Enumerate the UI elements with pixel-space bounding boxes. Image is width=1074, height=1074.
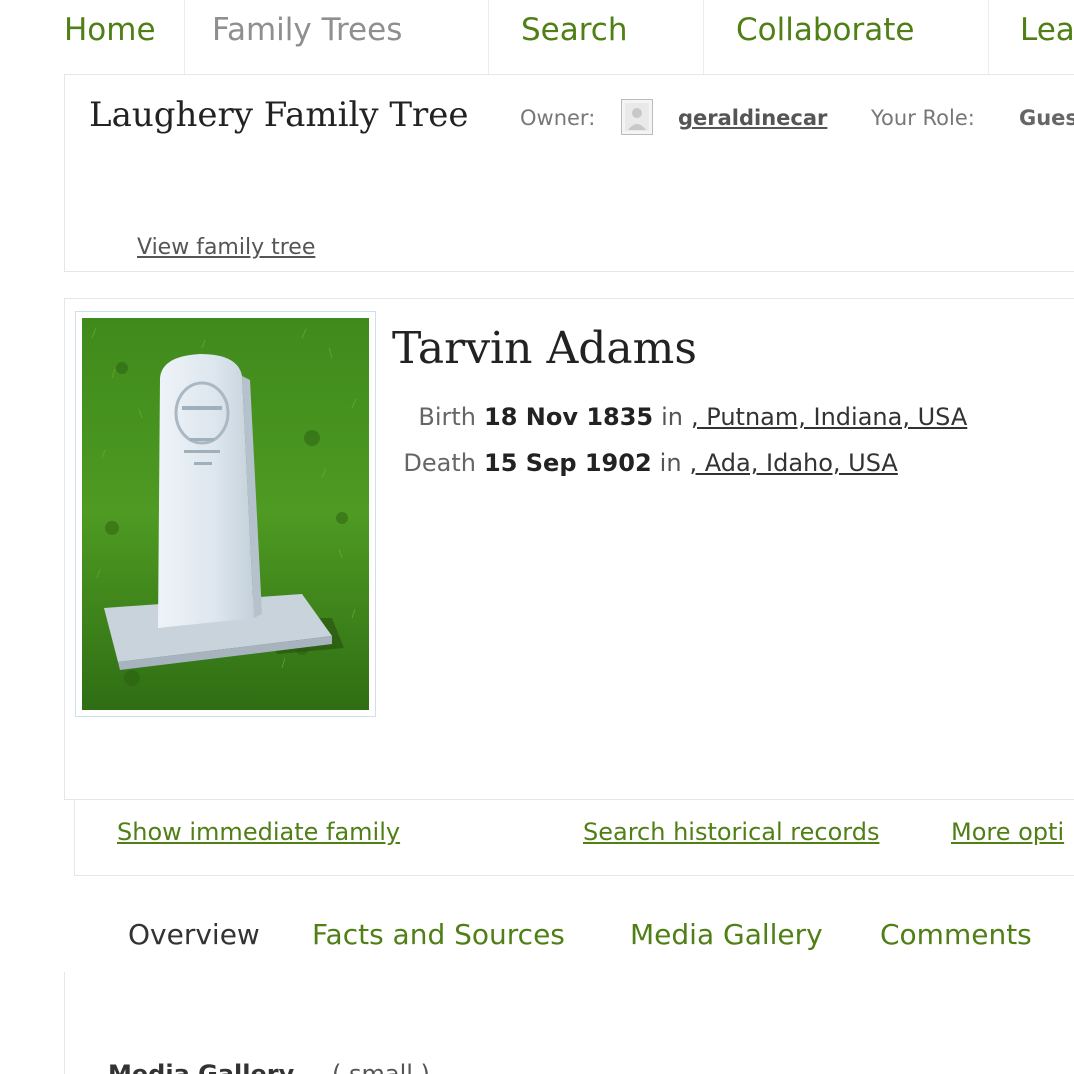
birth-fact: Birth 18 Nov 1835 in, Putnam, Indiana, USA <box>392 403 967 431</box>
tab-facts-and-sources[interactable]: Facts and Sources <box>312 918 565 951</box>
headstone-photo <box>82 318 369 710</box>
user-avatar-icon[interactable] <box>621 99 653 135</box>
person-actions: Show immediate family Search historical … <box>74 800 1074 876</box>
person-card: Tarvin Adams Birth 18 Nov 1835 in, Putnam,… <box>64 298 1074 800</box>
nav-home[interactable]: Home <box>64 10 156 74</box>
nav-divider <box>703 0 704 74</box>
more-options-link[interactable]: More opti <box>951 818 1064 846</box>
media-gallery-size: ( small ) <box>332 1060 430 1074</box>
owner-label: Owner: <box>520 106 596 130</box>
person-photo[interactable] <box>75 311 376 717</box>
nav-divider <box>184 0 185 74</box>
tree-header: Laughery Family Tree Owner: geraldinecar… <box>64 74 1074 272</box>
tab-content <box>64 972 1074 1074</box>
birth-place-link[interactable]: , Putnam, Indiana, USA <box>691 403 967 431</box>
page: Home Family Trees Search Collaborate Lea… <box>0 0 1074 1074</box>
fact-in: in <box>659 449 682 477</box>
fact-date: 18 Nov 1835 <box>484 403 654 431</box>
nav-collaborate[interactable]: Collaborate <box>736 10 914 74</box>
fact-label: Death <box>403 449 476 477</box>
tab-comments[interactable]: Comments <box>880 918 1032 951</box>
tab-overview[interactable]: Overview <box>128 918 260 951</box>
role-value: Gues <box>1019 106 1074 130</box>
tree-title: Laughery Family Tree <box>89 95 469 135</box>
death-fact: Death 15 Sep 1902 in , Ada, Idaho, USA <box>392 449 898 477</box>
fact-label: Birth <box>418 403 476 431</box>
nav-learn[interactable]: Lea <box>1020 10 1074 74</box>
fact-in: in <box>661 403 684 431</box>
nav-family-trees[interactable]: Family Trees <box>212 10 402 74</box>
media-gallery-heading: Media Gallery <box>108 1060 295 1074</box>
search-historical-records-link[interactable]: Search historical records <box>583 818 879 846</box>
nav-divider <box>988 0 989 74</box>
show-immediate-family-link[interactable]: Show immediate family <box>117 818 400 846</box>
nav-search[interactable]: Search <box>521 10 628 74</box>
tab-media-gallery[interactable]: Media Gallery <box>630 918 823 951</box>
top-nav: Home Family Trees Search Collaborate Lea <box>0 0 1074 74</box>
nav-divider <box>488 0 489 74</box>
view-family-tree-link[interactable]: View family tree <box>137 235 315 260</box>
death-place-link[interactable]: , Ada, Idaho, USA <box>690 449 898 477</box>
owner-link[interactable]: geraldinecar <box>678 106 827 130</box>
person-name: Tarvin Adams <box>392 323 697 374</box>
fact-date: 15 Sep 1902 <box>484 449 652 477</box>
role-label: Your Role: <box>871 106 975 130</box>
